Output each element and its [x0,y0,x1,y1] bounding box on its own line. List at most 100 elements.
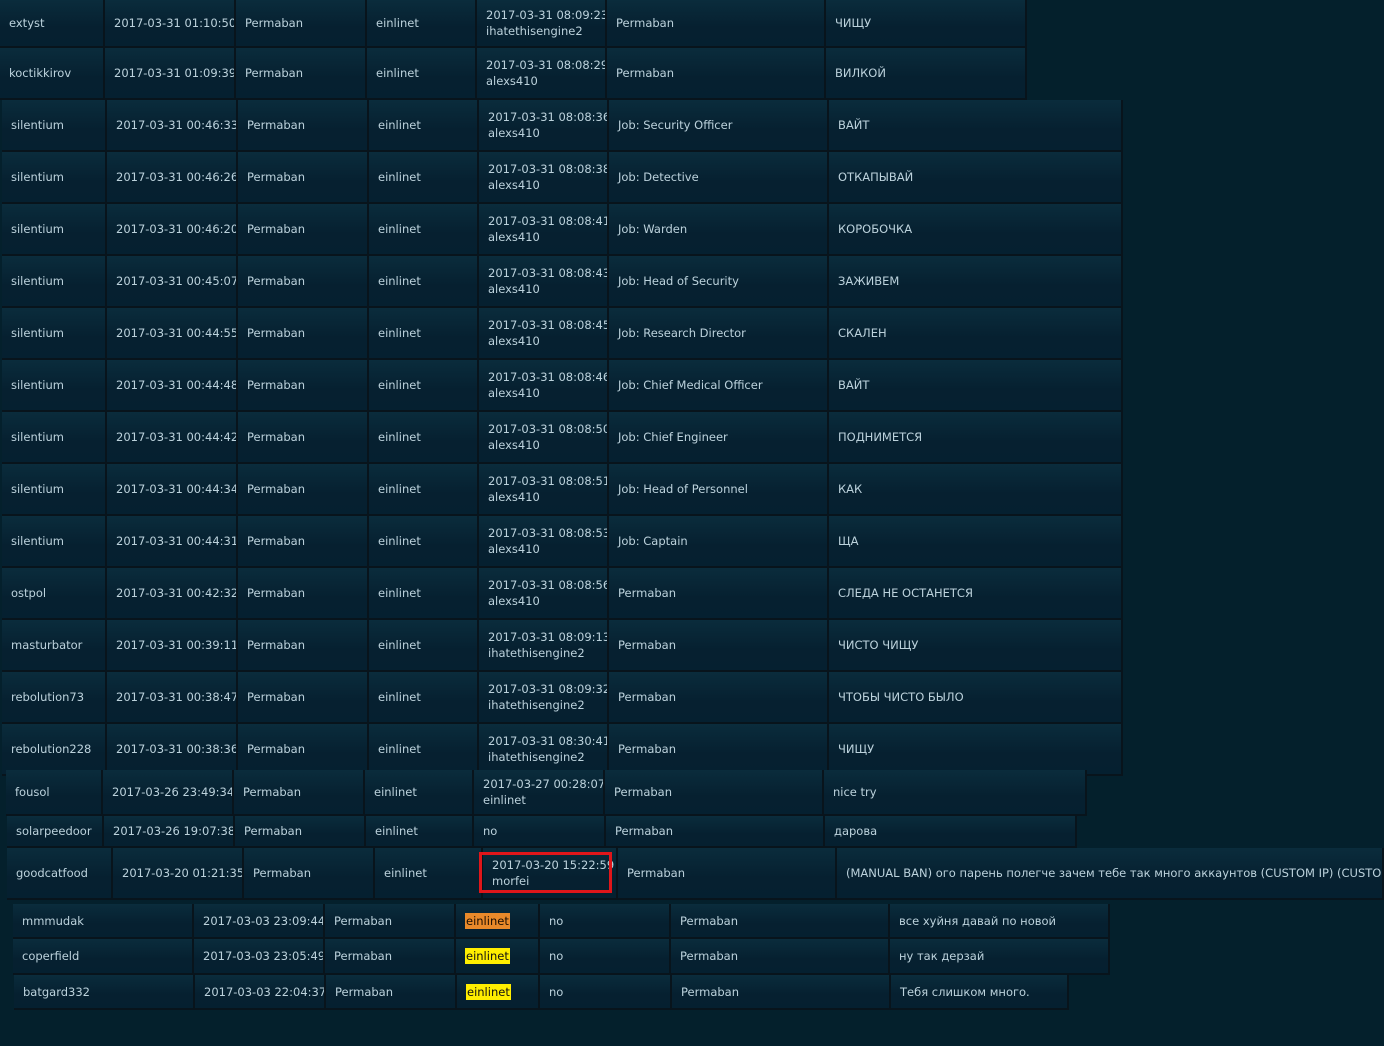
unban-cell: no [474,816,606,848]
reason-cell: nice try [824,770,1087,816]
unban-cell-text: no [549,913,564,928]
unban-cell: no [540,975,672,1010]
ckey-cell-text: rebolution73 [11,690,85,704]
reason-cell: СЛЕДА НЕ ОСТАНЕТСЯ [829,568,1123,620]
reason-cell: ВАЙТ [829,100,1123,152]
ban-type-cell-text: Permaban [247,170,306,184]
ban-type-cell-text: Permaban [253,866,312,880]
admin-cell-text: einlinet [465,912,510,929]
table-row: fousol 2017-03-26 23:49:34 Permaban einline… [6,770,1087,816]
unban-type-cell-text: Permaban [616,66,675,80]
unban-cell-text: 2017-03-31 08:08:50 [488,422,609,436]
unban-cell-text: 2017-03-31 08:08:51 [488,474,609,488]
reason-cell-text: ЧИСТО ЧИЩУ [838,638,919,652]
unban-cell: no [540,939,671,975]
ban-type-cell-text: Permaban [335,984,394,999]
ban-type-cell-text: Permaban [247,118,306,132]
ban-date-cell-text: 2017-03-31 00:46:33 [116,118,238,132]
unban-cell: 2017-03-31 08:08:43 alexs410 [479,256,609,308]
reason-cell-text: ВАЙТ [838,118,870,132]
reason-cell: все хуйня давай по новой [890,904,1110,939]
reason-cell: КОРОБОЧКА [829,204,1123,256]
ban-date-cell: 2017-03-31 00:46:20 [107,204,238,256]
ban-date-cell: 2017-03-26 19:07:38 [104,816,235,848]
ban-type-cell: Permaban [236,48,367,100]
unban-cell: 2017-03-31 08:08:36 alexs410 [479,100,609,152]
ckey-cell: extyst [0,0,105,48]
unban-type-cell: Job: Head of Personnel [609,464,829,516]
admin-cell-text: einlinet [378,742,421,756]
admin-cell: einlinet [369,672,479,724]
unban-cell: 2017-03-31 08:08:56 alexs410 [479,568,609,620]
ckey-cell-text: rebolution228 [11,742,92,756]
ban-date-cell-text: 2017-03-31 00:38:36 [116,742,238,756]
ban-date-cell: 2017-03-31 00:46:33 [107,100,238,152]
unban-cell-text: alexs410 [488,282,540,296]
ban-date-cell-text: 2017-03-31 01:10:50 [114,16,236,30]
unban-type-cell: Permaban [618,848,837,900]
reason-cell: ПОДНИМЕТСЯ [829,412,1123,464]
ban-date-cell: 2017-03-31 00:44:31 [107,516,238,568]
ban-date-cell: 2017-03-31 00:44:48 [107,360,238,412]
unban-type-cell-text: Permaban [616,16,675,30]
ckey-cell-text: ostpol [11,586,47,600]
table-row: silentium 2017-03-31 00:46:20 Permaban einl… [2,204,1123,256]
unban-cell: 2017-03-31 08:09:13 ihatethisengine2 [479,620,609,672]
unban-type-cell: Permaban [605,770,824,816]
ban-type-cell: Permaban [238,256,369,308]
ban-type-cell: Permaban [238,308,369,360]
unban-cell-text: ihatethisengine2 [488,750,585,764]
admin-cell-text: einlinet [378,274,421,288]
admin-cell-text: einlinet [376,66,419,80]
ban-date-cell-text: 2017-03-31 00:44:34 [116,482,238,496]
table-row: batgard332 2017-03-03 22:04:37 Permaban ein… [14,975,1069,1010]
admin-cell-text: einlinet [465,948,510,964]
table-row: silentium 2017-03-31 00:44:31 Permaban einl… [2,516,1123,568]
ban-date-cell: 2017-03-26 23:49:34 [103,770,234,816]
unban-type-cell-text: Job: Warden [618,222,688,236]
unban-type-cell-text: Job: Chief Engineer [618,430,728,444]
unban-cell-text: 2017-03-31 08:08:36 [488,110,609,124]
ban-date-cell: 2017-03-31 00:46:26 [107,152,238,204]
reason-cell-text: ну так дерзай [899,949,985,963]
unban-type-cell-text: Job: Research Director [618,326,746,340]
ban-type-cell: Permaban [235,816,366,848]
admin-cell-text: einlinet [378,482,421,496]
ban-date-cell-text: 2017-03-31 00:45:07 [116,274,238,288]
table-row: silentium 2017-03-31 00:46:33 Permaban einl… [2,100,1123,152]
unban-cell-text: 2017-03-31 08:08:29 [486,58,607,72]
reason-cell-text: ЗАЖИВЕМ [838,274,900,288]
admin-cell-text: einlinet [384,866,427,880]
unban-type-cell-text: Permaban [627,866,686,880]
ban-type-cell-text: Permaban [243,785,302,799]
ban-type-cell-text: Permaban [247,274,306,288]
unban-type-cell: Permaban [609,568,829,620]
ban-date-cell: 2017-03-03 23:05:49 [194,939,325,975]
unban-type-cell-text: Job: Captain [618,534,688,548]
ban-list-page: { "bans": [ {"ckey":"extyst","date":"201… [0,0,1384,1046]
ckey-cell-text: silentium [11,274,64,288]
ckey-cell: coperfield [13,939,194,975]
admin-cell: einlinet [367,0,477,48]
ban-type-cell: Permaban [238,724,369,776]
ban-type-cell: Permaban [326,975,457,1010]
ban-type-cell: Permaban [238,672,369,724]
reason-cell-text: nice try [833,785,877,799]
ckey-cell-text: silentium [11,430,64,444]
admin-cell-text: einlinet [378,586,421,600]
unban-type-cell-text: Permaban [680,949,739,963]
ban-date-cell-text: 2017-03-31 00:44:31 [116,534,238,548]
unban-type-cell-text: Permaban [618,690,677,704]
admin-cell: einlinet [369,620,479,672]
ban-date-cell: 2017-03-31 00:39:11 [107,620,238,672]
ban-type-cell: Permaban [238,620,369,672]
ban-type-cell: Permaban [325,939,456,975]
ban-type-cell: Permaban [325,904,456,939]
admin-cell: einlinet [366,816,474,848]
unban-cell: 2017-03-31 08:08:51 alexs410 [479,464,609,516]
ban-type-cell: Permaban [244,848,375,900]
unban-type-cell-text: Job: Security Officer [618,118,733,132]
ckey-cell: ostpol [2,568,107,620]
admin-cell-text: einlinet [374,785,417,799]
reason-cell-text: ПОДНИМЕТСЯ [838,430,923,444]
